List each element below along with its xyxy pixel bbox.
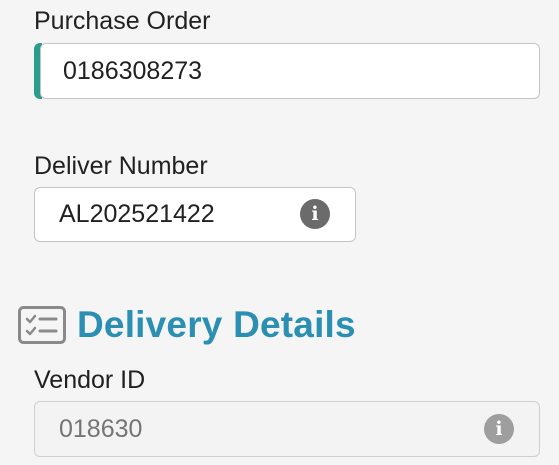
purchase-order-value: 0186308273 bbox=[63, 56, 203, 85]
purchase-order-label: Purchase Order bbox=[34, 7, 211, 35]
delivery-details-header: Delivery Details bbox=[18, 300, 356, 350]
purchase-order-input[interactable]: 0186308273 bbox=[40, 43, 540, 99]
vendor-id-value: 018630 bbox=[59, 414, 143, 443]
purchase-order-field-wrapper: 0186308273 bbox=[34, 43, 540, 99]
deliver-number-value: AL202521422 bbox=[59, 200, 215, 228]
checklist-icon bbox=[18, 306, 66, 344]
section-title: Delivery Details bbox=[77, 304, 356, 345]
deliver-number-label: Deliver Number bbox=[34, 152, 208, 180]
vendor-id-input[interactable]: 018630 i bbox=[34, 401, 540, 457]
info-icon[interactable]: i bbox=[484, 414, 514, 444]
info-icon[interactable]: i bbox=[300, 199, 330, 229]
vendor-id-label: Vendor ID bbox=[34, 366, 146, 394]
deliver-number-input[interactable]: AL202521422 i bbox=[34, 187, 356, 242]
